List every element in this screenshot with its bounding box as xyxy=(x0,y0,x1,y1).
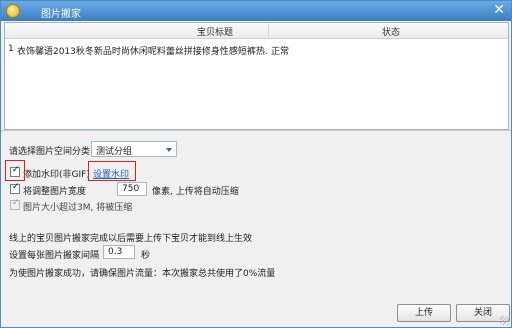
highlight-box-checkbox xyxy=(5,160,25,181)
app-logo-icon xyxy=(6,4,20,18)
column-divider[interactable] xyxy=(268,23,269,39)
column-header-title[interactable]: 宝贝标题 xyxy=(197,25,233,38)
interval-unit: 秒 xyxy=(141,251,151,261)
table-header: 宝贝标题 状态 xyxy=(5,23,508,39)
highlight-box-link xyxy=(88,161,136,181)
category-select[interactable]: 测试分组 xyxy=(91,141,177,157)
title-bar[interactable]: 图片搬家 ✕ xyxy=(1,1,511,21)
row-index: 1 xyxy=(8,44,14,54)
column-header-status[interactable]: 状态 xyxy=(382,25,400,38)
resize-label: 将调整图片宽度 xyxy=(23,187,87,197)
resize-width-input[interactable]: 750 xyxy=(117,182,147,196)
note-line-1: 线上的宝贝图片搬家完成以后需要上传下宝贝才能到线上生效 xyxy=(9,234,253,244)
resize-checkbox[interactable] xyxy=(10,182,20,194)
close-icon[interactable]: ✕ xyxy=(493,2,505,18)
watermark-label: 添加水印(非GIF) xyxy=(23,170,90,180)
table-row[interactable]: 1 衣饰馨语2013秋冬新品时尚休闲呢料蕾丝拼接修身性感短裤热... 正常 xyxy=(5,40,508,60)
size-limit-checkbox[interactable] xyxy=(10,198,20,210)
chevron-down-icon[interactable] xyxy=(166,148,172,152)
interval-label: 设置每张图片搬家间隔 xyxy=(9,251,100,261)
category-select-value: 测试分组 xyxy=(96,147,133,157)
dialog-window: 图片搬家 ✕ 宝贝标题 状态 1 衣饰馨语2013秋冬新品时尚休闲呢料蕾丝拼接修… xyxy=(0,0,512,328)
upload-button[interactable]: 上传 xyxy=(397,304,451,322)
resize-suffix: 像素, 上传将自动压缩 xyxy=(152,187,239,197)
interval-input[interactable]: 0.3 xyxy=(103,245,135,259)
row-title: 衣饰馨语2013秋冬新品时尚休闲呢料蕾丝拼接修身性感短裤热... xyxy=(17,47,267,57)
category-label: 请选择图片空间分类 xyxy=(9,147,91,157)
resize-grip-icon[interactable] xyxy=(500,316,509,325)
size-limit-label: 图片大小超过3M, 将被压缩 xyxy=(23,203,133,213)
panel-divider xyxy=(1,130,511,131)
row-status: 正常 xyxy=(271,47,290,57)
note-line-3: 为使图片搬家成功，请确保图片流量：本次搬家总共使用了0%流量 xyxy=(9,269,276,279)
window-title: 图片搬家 xyxy=(41,9,81,20)
item-table: 宝贝标题 状态 1 衣饰馨语2013秋冬新品时尚休闲呢料蕾丝拼接修身性感短裤热.… xyxy=(4,22,509,130)
